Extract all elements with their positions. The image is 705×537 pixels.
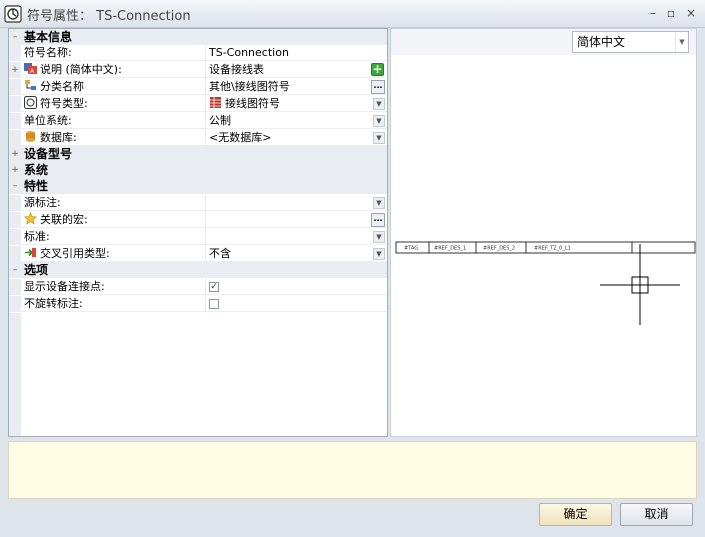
- collapse-icon[interactable]: –: [11, 33, 19, 42]
- prop-standard[interactable]: 标准: ▼: [9, 229, 387, 245]
- prop-unit-system[interactable]: 单位系统: 公制 ▼: [9, 113, 387, 129]
- source-tag-dropdown-arrow[interactable]: ▼: [373, 197, 385, 209]
- database-value[interactable]: <无数据库> ▼: [205, 130, 387, 146]
- cell-tag: #TAG: [404, 246, 418, 252]
- cell-ref-des-1: #REF_DES_1: [434, 246, 466, 252]
- symbol-name-value[interactable]: TS-Connection: [205, 45, 387, 61]
- category-basic-info[interactable]: – 基本信息: [9, 29, 387, 45]
- restore-button[interactable]: ▫: [664, 5, 678, 21]
- star-icon: [24, 212, 37, 225]
- database-icon: [26, 131, 35, 142]
- symbol-app-icon: [4, 5, 22, 23]
- info-area: [8, 441, 697, 499]
- cross-ref-type-value[interactable]: 不含 ▼: [205, 246, 387, 262]
- category-options[interactable]: – 选项: [9, 262, 387, 278]
- expand-icon[interactable]: +: [11, 66, 19, 75]
- symbol-clock-icon: [24, 96, 37, 109]
- source-tag-value[interactable]: ▼: [205, 195, 387, 211]
- preview-panel: 简体中文 ▼ #TAG #REF_DES_1 #REF_DES_2 #REF_T…: [390, 28, 697, 437]
- browse-category-button[interactable]: …: [371, 80, 385, 94]
- category-characteristics[interactable]: – 特性: [9, 178, 387, 194]
- title-bar: 符号属性： TS-Connection – ▫ ×: [0, 0, 705, 28]
- prop-source-tag[interactable]: 源标注: ▼: [9, 195, 387, 211]
- prop-symbol-type[interactable]: 符号类型: 接线图符号 ▼: [9, 96, 387, 112]
- cancel-button[interactable]: 取消: [620, 503, 693, 526]
- show-device-points-checkbox[interactable]: ✓: [209, 282, 219, 292]
- add-translation-button[interactable]: +: [371, 63, 384, 76]
- prop-associated-macro[interactable]: 关联的宏: …: [9, 212, 387, 228]
- cell-ref-tz: #REF_TZ_0_L1: [534, 246, 571, 252]
- tree-classification-icon: [25, 80, 36, 90]
- prop-description[interactable]: + A 说明 (简体中文): 设备接线表 +: [9, 62, 387, 78]
- prop-category[interactable]: 分类名称 其他\接线图符号…: [9, 79, 387, 95]
- unit-system-value[interactable]: 公制 ▼: [205, 113, 387, 129]
- symbol-type-dropdown-arrow[interactable]: ▼: [373, 98, 385, 110]
- language-flag-icon: A: [24, 63, 37, 75]
- minimize-button[interactable]: –: [646, 5, 660, 21]
- wiring-symbol-icon: [210, 97, 221, 108]
- expand-icon[interactable]: +: [11, 150, 19, 159]
- grid-gutter: [9, 313, 21, 436]
- associated-macro-value[interactable]: …: [205, 212, 387, 228]
- prop-cross-ref-type[interactable]: 交叉引用类型: 不含 ▼: [9, 246, 387, 262]
- category-value[interactable]: 其他\接线图符号…: [205, 79, 387, 95]
- ok-button[interactable]: 确定: [539, 503, 612, 526]
- prop-database[interactable]: 数据库: <无数据库> ▼: [9, 130, 387, 146]
- cross-ref-type-dropdown-arrow[interactable]: ▼: [373, 248, 385, 260]
- symbol-type-value[interactable]: 接线图符号 ▼: [205, 96, 387, 112]
- standard-dropdown-arrow[interactable]: ▼: [373, 231, 385, 243]
- symbol-preview-canvas[interactable]: #TAG #REF_DES_1 #REF_DES_2 #REF_TZ_0_L1: [391, 29, 696, 436]
- description-value[interactable]: 设备接线表 +: [205, 62, 387, 78]
- database-dropdown-arrow[interactable]: ▼: [373, 132, 385, 144]
- collapse-icon[interactable]: –: [11, 182, 19, 191]
- prop-symbol-name[interactable]: 符号名称: TS-Connection: [9, 45, 387, 61]
- no-rotate-tag-checkbox[interactable]: [209, 299, 219, 309]
- expand-icon[interactable]: +: [11, 166, 19, 175]
- window-title: 符号属性： TS-Connection: [27, 9, 191, 24]
- standard-value[interactable]: ▼: [205, 229, 387, 245]
- cell-ref-des-2: #REF_DES_2: [483, 246, 515, 252]
- cross-reference-icon: [25, 248, 36, 257]
- property-grid: – 基本信息 符号名称: TS-Connection + A 说明 (简体中文):…: [8, 28, 388, 437]
- prop-no-rotate-tag[interactable]: 不旋转标注:: [9, 296, 387, 312]
- browse-macro-button[interactable]: …: [371, 213, 385, 227]
- category-device-model[interactable]: + 设备型号: [9, 146, 387, 162]
- close-button[interactable]: ×: [684, 5, 698, 21]
- unit-system-dropdown-arrow[interactable]: ▼: [373, 115, 385, 127]
- collapse-icon[interactable]: –: [11, 266, 19, 275]
- category-system[interactable]: + 系统: [9, 162, 387, 178]
- prop-show-device-points[interactable]: 显示设备连接点: ✓: [9, 279, 387, 295]
